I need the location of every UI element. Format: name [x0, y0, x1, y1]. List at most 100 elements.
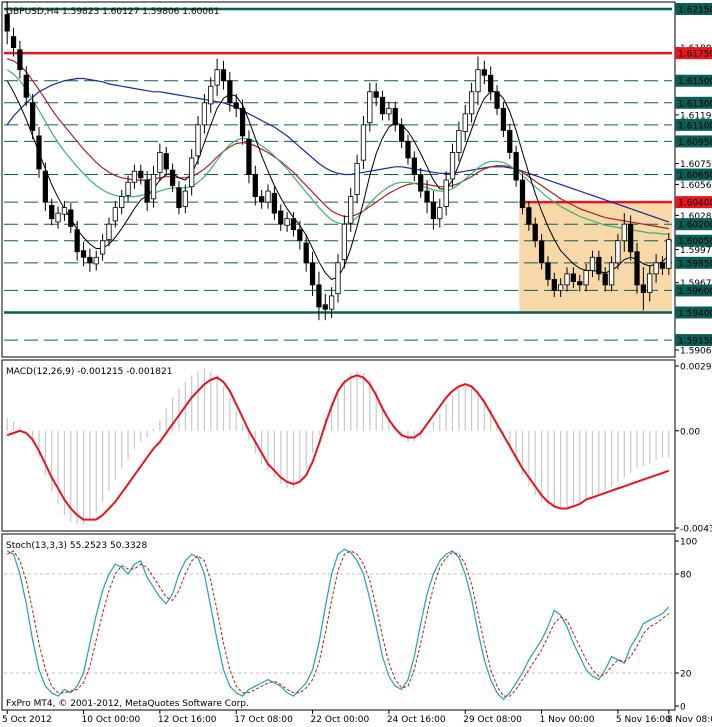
- candle-65: [418, 167, 424, 198]
- candle-57: [367, 82, 373, 132]
- mt4-chart-window: 1.621501.61801.617501.615001.613001.6119…: [1, 1, 712, 725]
- candle-22: [144, 171, 150, 211]
- candle-24: [157, 143, 163, 182]
- macd-tick-label-2: -0.00438: [680, 525, 712, 535]
- candle-body: [500, 107, 507, 131]
- candle-body: [112, 207, 118, 222]
- candle-44: [284, 212, 290, 232]
- candle-body: [354, 163, 360, 195]
- price-tag-4: 1.61300: [678, 99, 712, 109]
- candle-body: [157, 152, 163, 173]
- candle-body: [49, 205, 55, 220]
- candle-body: [424, 190, 430, 203]
- candle-body: [589, 256, 596, 271]
- macd-tick-label-0: 0.00292: [680, 363, 712, 373]
- candle-body: [437, 207, 443, 220]
- candle-78: [500, 101, 507, 138]
- candle-body: [462, 113, 468, 132]
- candle-25: [163, 146, 169, 176]
- candle-body: [106, 223, 112, 241]
- price-tag-9: 1.60650: [678, 171, 712, 181]
- candle-body: [278, 210, 284, 225]
- candle-body: [150, 174, 157, 200]
- candle-body: [468, 91, 475, 115]
- stoch-tick-label-1: 80: [680, 571, 692, 581]
- price-tag-13: 1.60200: [678, 221, 712, 231]
- candle-body: [99, 240, 106, 255]
- price-tag-0: 1.62150: [678, 6, 712, 16]
- candle-body: [570, 273, 577, 282]
- candle-2: [17, 41, 23, 79]
- candle-body: [348, 196, 354, 224]
- price-label-15: 1.59975: [680, 246, 712, 256]
- candle-23: [150, 165, 157, 208]
- candle-body: [526, 207, 532, 225]
- candle-body: [335, 262, 341, 295]
- candle-body: [341, 223, 347, 260]
- candle-body: [195, 124, 201, 157]
- candle-body: [564, 273, 570, 286]
- macd-panel[interactable]: [6, 368, 670, 525]
- candle-body: [125, 181, 131, 196]
- price-tag-2: 1.61750: [678, 50, 712, 60]
- candle-body: [138, 170, 144, 179]
- time-label-2: 12 Oct 16:00: [158, 715, 217, 725]
- candle-62: [398, 118, 405, 149]
- candle-body: [481, 69, 487, 76]
- candle-body: [290, 218, 297, 231]
- candle-body: [227, 80, 233, 104]
- stoch-panel-frame: [1, 533, 676, 711]
- candle-60: [386, 101, 392, 121]
- candle-76: [488, 66, 494, 101]
- candle-body: [265, 190, 271, 203]
- candle-body: [488, 74, 494, 93]
- candle-body: [583, 270, 589, 286]
- ma-red-line: [7, 58, 669, 230]
- price-tag-19: 1.59400: [678, 309, 712, 319]
- candle-body: [144, 179, 150, 203]
- candle-69: [443, 171, 449, 216]
- stoch-panel[interactable]: [4, 548, 672, 701]
- candle-body: [475, 69, 481, 93]
- candle-body: [545, 262, 551, 280]
- candle-body: [360, 124, 367, 161]
- candle-body: [169, 169, 176, 186]
- candle-body: [233, 102, 239, 109]
- time-label-6: 29 Oct 08:00: [463, 715, 522, 725]
- time-label-8: 5 Nov 16:00: [616, 715, 671, 725]
- candle-body: [214, 69, 220, 86]
- macd-axis: 0.00292 0.00 -0.00438: [675, 363, 712, 535]
- candle-14: [93, 250, 99, 271]
- candle-72: [462, 105, 468, 141]
- time-label-7: 1 Nov 00:00: [540, 715, 595, 725]
- candle-30: [195, 116, 201, 165]
- candle-body: [596, 256, 602, 275]
- candle-104: [666, 233, 672, 275]
- candle-body: [309, 262, 316, 286]
- candle-body: [628, 223, 634, 253]
- candle-41: [265, 184, 271, 209]
- candle-body: [653, 262, 659, 275]
- time-label-1: 10 Oct 00:00: [82, 715, 141, 725]
- candle-18: [119, 189, 125, 215]
- candle-body: [507, 129, 513, 153]
- candle-body: [532, 223, 538, 242]
- candle-body: [519, 179, 526, 209]
- candle-79: [507, 123, 513, 160]
- candle-29: [189, 149, 195, 196]
- candle-54: [348, 187, 354, 232]
- candle-9: [61, 201, 68, 221]
- candle-21: [138, 164, 144, 185]
- candle-body: [513, 152, 519, 181]
- stoch-label: Stoch(13,3,3) 55.2523 50.3328: [6, 541, 147, 551]
- candle-body: [659, 262, 666, 269]
- price-panel[interactable]: [4, 1, 672, 341]
- candle-body: [176, 187, 182, 209]
- candle-body: [418, 174, 424, 192]
- price-tag-18: 1.59600: [678, 287, 712, 297]
- candle-body: [494, 91, 500, 109]
- price-tag-7: 1.60950: [678, 138, 712, 148]
- candle-body: [373, 91, 379, 98]
- candle-body: [608, 262, 615, 286]
- candle-body: [297, 229, 303, 242]
